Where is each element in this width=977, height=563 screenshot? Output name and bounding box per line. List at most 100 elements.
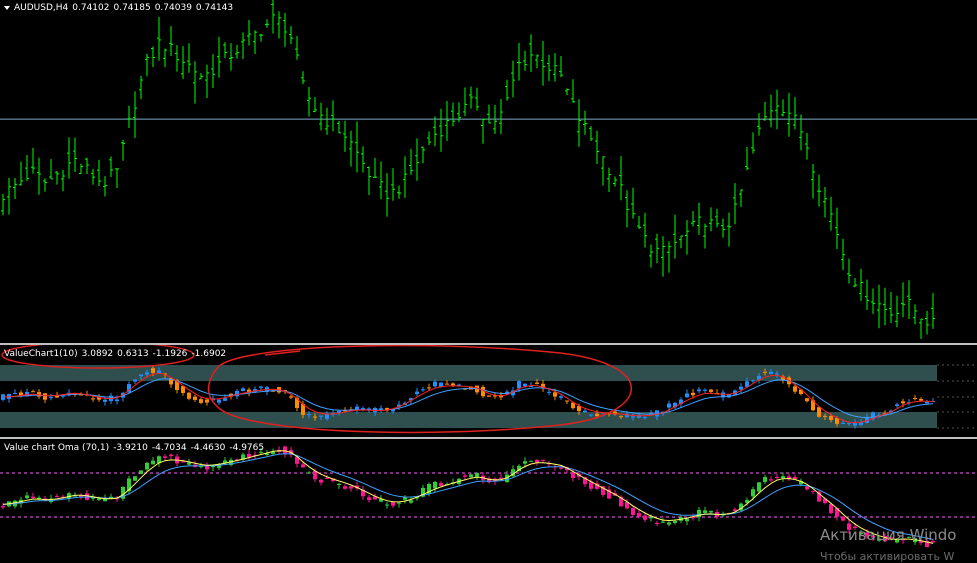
oma-fast-line bbox=[2, 450, 934, 544]
valuechart-candle-body bbox=[901, 401, 905, 404]
valuechart-candle-body bbox=[697, 389, 701, 392]
oma-candle-body bbox=[439, 483, 443, 486]
oma-candle-body bbox=[145, 462, 149, 470]
high-value: 0.74185 bbox=[113, 3, 151, 13]
oma-candle-body bbox=[139, 470, 143, 475]
oma-candle-body bbox=[763, 477, 767, 482]
valuechart-candle-body bbox=[313, 416, 317, 418]
valuechart-candle-body bbox=[817, 407, 821, 417]
open-value: 0.74102 bbox=[72, 3, 110, 13]
valuechart-candle-body bbox=[769, 371, 773, 374]
oma-candle-body bbox=[529, 460, 533, 462]
valuechart-candle-body bbox=[151, 368, 155, 373]
oma-candle-body bbox=[805, 486, 809, 490]
valuechart-candle-body bbox=[325, 414, 329, 419]
oma-candle-body bbox=[793, 477, 797, 479]
oma-v4: -4.9765 bbox=[229, 443, 265, 453]
oma-candle-body bbox=[409, 500, 413, 503]
valuechart-candle-body bbox=[685, 393, 689, 398]
oma-candle-body bbox=[775, 476, 779, 478]
valuechart-candle-body bbox=[445, 383, 449, 385]
valuechart-candle-body bbox=[847, 422, 851, 424]
oma-v1: -3.9210 bbox=[113, 443, 148, 453]
oma-candle-body bbox=[655, 522, 659, 524]
dropdown-arrow-icon bbox=[4, 5, 10, 10]
oma-candle-body bbox=[151, 460, 155, 465]
low-value: 0.74039 bbox=[154, 3, 192, 13]
oma-candle-body bbox=[703, 510, 707, 513]
oma-candle-body bbox=[301, 464, 305, 468]
main-chart-panel[interactable]: AUDUSD,H4 0.74102 0.74185 0.74039 0.74143 bbox=[0, 0, 977, 343]
oma-v3: -4.4630 bbox=[190, 443, 226, 453]
oma-candle-body bbox=[463, 475, 467, 477]
oma-candle-body bbox=[97, 498, 101, 500]
valuechart-candle-body bbox=[595, 413, 599, 417]
valuechart-slow-ma-line bbox=[2, 378, 934, 419]
valuechart-candle-body bbox=[259, 386, 263, 388]
oma-candle-body bbox=[133, 476, 137, 481]
valuechart1-panel[interactable]: ValueChart1(10) 3.0892 0.6313 -1.1926 -1.690… bbox=[0, 345, 977, 437]
valuechart-candle-body bbox=[709, 389, 713, 392]
valuechart-candle-body bbox=[91, 398, 95, 400]
oma-candle-body bbox=[469, 474, 473, 478]
valuechart-candle-body bbox=[145, 372, 149, 375]
main-chart-svg bbox=[0, 0, 977, 339]
oma-candle-body bbox=[559, 467, 563, 469]
valuechart-candle-body bbox=[739, 386, 743, 390]
oma-candle-body bbox=[181, 461, 185, 463]
oma-candle-body bbox=[649, 517, 653, 519]
valuechart1-v3: -1.1926 bbox=[152, 349, 188, 359]
value-chart-oma-label: Value chart Oma (70,1) -3.9210 -4.7034 -4.4… bbox=[4, 443, 268, 453]
oma-candle-body bbox=[541, 459, 545, 461]
oma-candle-body bbox=[751, 489, 755, 497]
valuechart-candle-body bbox=[139, 374, 143, 377]
oma-candle-body bbox=[391, 501, 395, 506]
oma-candle-body bbox=[781, 476, 785, 479]
valuechart-candle-body bbox=[49, 397, 53, 399]
windows-activation-watermark: Активация Windo bbox=[820, 526, 957, 544]
valuechart-candle-body bbox=[103, 399, 107, 402]
valuechart-candle-body bbox=[421, 389, 425, 391]
valuechart-candle-body bbox=[913, 397, 917, 399]
oma-candle-body bbox=[397, 502, 401, 504]
valuechart-candle-body bbox=[565, 400, 569, 402]
oma-candle-body bbox=[343, 486, 347, 489]
valuechart-candle-body bbox=[667, 403, 671, 408]
oma-candle-body bbox=[841, 516, 845, 521]
valuechart-candle-body bbox=[319, 415, 323, 417]
valuechart-candle-body bbox=[559, 396, 563, 398]
valuechart-candle-body bbox=[487, 395, 491, 397]
oma-candle-body bbox=[169, 454, 173, 457]
oma-candle-body bbox=[1, 506, 5, 508]
valuechart-candle-body bbox=[553, 392, 557, 397]
oma-candle-body bbox=[319, 479, 323, 483]
valuechart-candle-body bbox=[217, 399, 221, 403]
oma-candle-body bbox=[25, 495, 29, 499]
oma-candle-body bbox=[31, 496, 35, 498]
valuechart-candle-body bbox=[703, 389, 707, 391]
oma-candle-body bbox=[811, 490, 815, 492]
valuechart-candle-body bbox=[205, 399, 209, 403]
valuechart-candle-body bbox=[427, 387, 431, 389]
windows-activation-watermark-sub: Чтобы активировать W bbox=[820, 550, 955, 563]
oma-candle-body bbox=[685, 518, 689, 522]
oma-candle-body bbox=[769, 479, 773, 481]
valuechart-candle-body bbox=[43, 393, 47, 400]
valuechart-candle-body bbox=[535, 382, 539, 384]
oma-candle-body bbox=[667, 522, 671, 525]
symbol-label: AUDUSD,H4 bbox=[14, 3, 69, 13]
oma-candle-body bbox=[337, 483, 341, 485]
valuechart-candle-body bbox=[61, 395, 65, 397]
valuechart1-name: ValueChart1(10) bbox=[4, 349, 78, 359]
valuechart-candle-body bbox=[841, 422, 845, 424]
oma-candle-body bbox=[661, 521, 665, 523]
oma-name: Value chart Oma (70,1) bbox=[4, 443, 110, 453]
oma-candle-body bbox=[163, 456, 167, 458]
valuechart-candle-body bbox=[115, 399, 119, 402]
valuechart1-v1: 3.0892 bbox=[81, 349, 114, 359]
valuechart-candle-body bbox=[925, 401, 929, 404]
valuechart-candle-body bbox=[895, 404, 899, 407]
oma-candle-body bbox=[523, 461, 527, 464]
valuechart-candle-body bbox=[547, 391, 551, 393]
valuechart-candle-body bbox=[523, 383, 527, 387]
